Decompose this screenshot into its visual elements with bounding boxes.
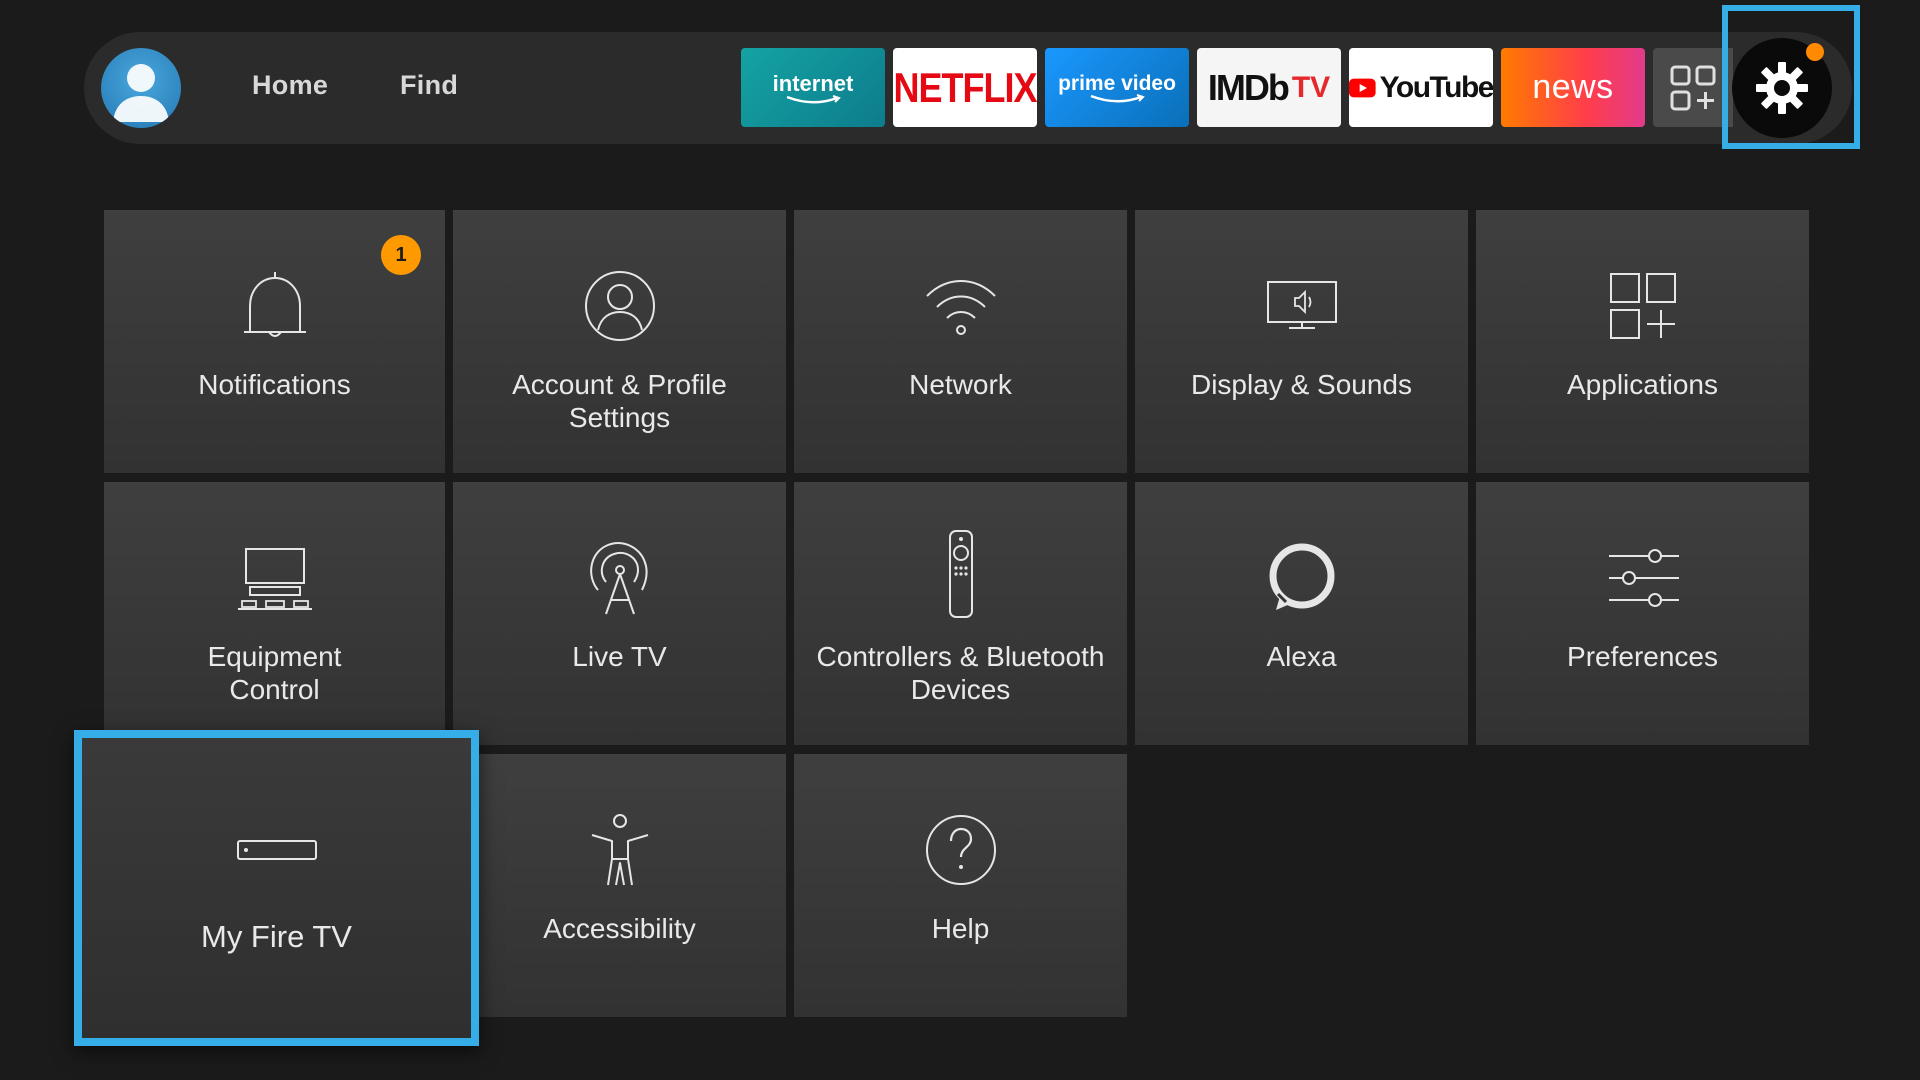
tile-equipment-control[interactable]: Equipment Control xyxy=(104,482,445,745)
bell-icon xyxy=(243,272,306,337)
nav-home[interactable]: Home xyxy=(252,70,328,101)
imdb-logo-text: IMDb xyxy=(1207,66,1290,108)
tile-label: Equipment Control xyxy=(207,641,342,705)
youtube-logo-text: YouTube xyxy=(1379,70,1493,104)
app-tile-netflix[interactable]: NETFLIX xyxy=(893,48,1037,127)
fire-tv-device-icon xyxy=(236,840,317,860)
tile-accessibility[interactable]: Accessibility xyxy=(453,754,786,1017)
tile-notifications[interactable]: 1 Notifications xyxy=(104,210,445,473)
wifi-icon xyxy=(925,280,996,335)
tv-equipment-icon xyxy=(237,548,312,610)
tile-label: Notifications xyxy=(198,369,351,400)
tile-label: Alexa xyxy=(1266,641,1337,672)
alexa-icon xyxy=(1269,543,1334,610)
tile-live-tv[interactable]: Live TV xyxy=(453,482,786,745)
tile-controllers-bluetooth[interactable]: Controllers & Bluetooth Devices xyxy=(794,482,1127,745)
news-logo-text: news xyxy=(1532,68,1614,106)
apps-grid-icon xyxy=(1609,273,1676,339)
user-avatar-icon xyxy=(113,64,169,122)
profile-avatar[interactable] xyxy=(101,48,181,128)
apps-grid-icon xyxy=(1670,65,1716,110)
tile-label: My Fire TV xyxy=(201,919,352,954)
tile-preferences[interactable]: Preferences xyxy=(1476,482,1809,745)
tile-label: Applications xyxy=(1567,369,1718,400)
notification-count-badge: 1 xyxy=(381,235,421,275)
app-tile-news[interactable]: news xyxy=(1501,48,1645,127)
help-icon xyxy=(925,815,996,885)
tile-label: Account & Profile Settings xyxy=(512,369,727,433)
imdb-tv-suffix: TV xyxy=(1291,70,1331,104)
tile-account-profile-settings[interactable]: Account & Profile Settings xyxy=(453,210,786,473)
tile-applications[interactable]: Applications xyxy=(1476,210,1809,473)
tile-label: Network xyxy=(909,369,1012,400)
internet-logo-text: internet xyxy=(772,70,854,96)
nav-find[interactable]: Find xyxy=(400,70,458,101)
tile-display-sounds[interactable]: Display & Sounds xyxy=(1135,210,1468,473)
tile-label: Controllers & Bluetooth Devices xyxy=(816,641,1105,705)
tile-my-fire-tv[interactable]: My Fire TV xyxy=(74,730,479,1046)
amazon-smile-icon xyxy=(1090,93,1145,102)
tile-network[interactable]: Network xyxy=(794,210,1127,473)
tile-label: Live TV xyxy=(572,641,667,672)
tile-label: Display & Sounds xyxy=(1190,369,1412,400)
settings-focus-highlight xyxy=(1722,5,1860,149)
app-tile-prime-video[interactable]: prime video xyxy=(1045,48,1189,127)
amazon-smile-icon xyxy=(786,94,841,103)
sliders-icon xyxy=(1608,549,1679,607)
user-icon xyxy=(584,271,655,341)
antenna-icon xyxy=(589,542,648,615)
tile-label: Help xyxy=(931,913,990,944)
tile-alexa[interactable]: Alexa xyxy=(1135,482,1468,745)
app-tile-imdb-tv[interactable]: IMDb TV xyxy=(1197,48,1341,127)
app-tile-all-apps[interactable] xyxy=(1653,48,1733,127)
tile-help[interactable]: Help xyxy=(794,754,1127,1017)
remote-icon xyxy=(948,530,973,618)
tile-label: Accessibility xyxy=(543,913,696,944)
netflix-logo-text: NETFLIX xyxy=(893,63,1038,111)
monitor-speaker-icon xyxy=(1266,281,1337,329)
accessibility-icon xyxy=(591,814,648,886)
youtube-play-icon xyxy=(1349,78,1376,97)
tile-label: Preferences xyxy=(1567,641,1718,672)
app-tile-internet[interactable]: internet xyxy=(741,48,885,127)
app-tile-youtube[interactable]: YouTube xyxy=(1349,48,1493,127)
prime-video-logo-text: prime video xyxy=(1058,71,1176,95)
